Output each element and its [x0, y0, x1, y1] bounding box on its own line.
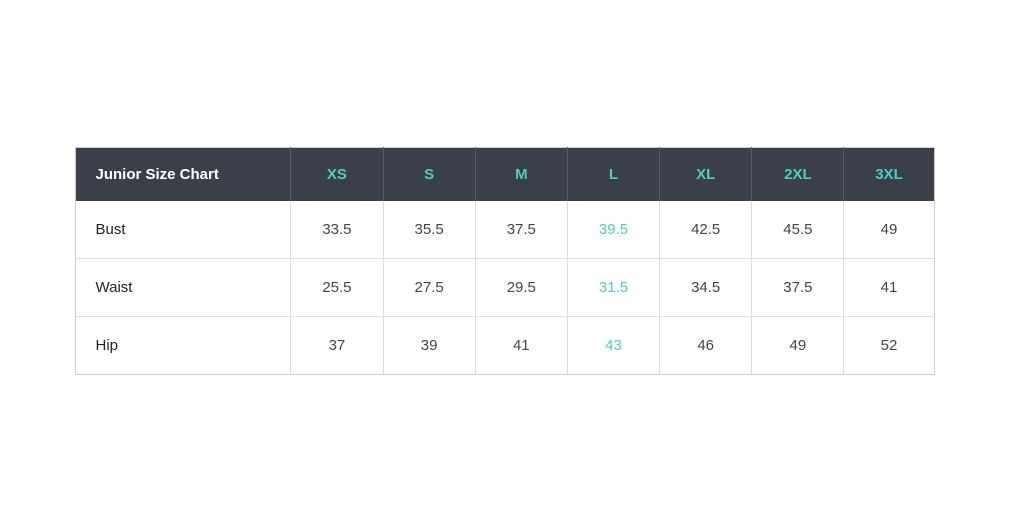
bust-m: 37.5 [475, 201, 567, 259]
bust-2xl: 45.5 [752, 201, 844, 259]
waist-2xl: 37.5 [752, 259, 844, 317]
header-s: S [383, 148, 475, 202]
hip-l: 43 [567, 317, 659, 375]
hip-2xl: 49 [752, 317, 844, 375]
hip-xl: 46 [660, 317, 752, 375]
hip-3xl: 52 [844, 317, 934, 375]
bust-3xl: 49 [844, 201, 934, 259]
size-chart-container: Junior Size Chart XS S M L XL 2XL 3XL Bu… [75, 147, 935, 375]
table-row: Hip 37 39 41 43 46 49 52 [75, 317, 934, 375]
waist-3xl: 41 [844, 259, 934, 317]
waist-s: 27.5 [383, 259, 475, 317]
hip-xs: 37 [291, 317, 383, 375]
table-row: Waist 25.5 27.5 29.5 31.5 34.5 37.5 41 [75, 259, 934, 317]
bust-s: 35.5 [383, 201, 475, 259]
waist-xl: 34.5 [660, 259, 752, 317]
header-xs: XS [291, 148, 383, 202]
waist-label: Waist [75, 259, 291, 317]
waist-l: 31.5 [567, 259, 659, 317]
hip-label: Hip [75, 317, 291, 375]
header-2xl: 2XL [752, 148, 844, 202]
bust-xs: 33.5 [291, 201, 383, 259]
table-header-row: Junior Size Chart XS S M L XL 2XL 3XL [75, 148, 934, 202]
size-chart-table: Junior Size Chart XS S M L XL 2XL 3XL Bu… [75, 147, 935, 375]
table-title-header: Junior Size Chart [75, 148, 291, 202]
waist-m: 29.5 [475, 259, 567, 317]
hip-m: 41 [475, 317, 567, 375]
header-xl: XL [660, 148, 752, 202]
header-l: L [567, 148, 659, 202]
header-m: M [475, 148, 567, 202]
table-row: Bust 33.5 35.5 37.5 39.5 42.5 45.5 49 [75, 201, 934, 259]
bust-l: 39.5 [567, 201, 659, 259]
bust-xl: 42.5 [660, 201, 752, 259]
bust-label: Bust [75, 201, 291, 259]
hip-s: 39 [383, 317, 475, 375]
waist-xs: 25.5 [291, 259, 383, 317]
header-3xl: 3XL [844, 148, 934, 202]
